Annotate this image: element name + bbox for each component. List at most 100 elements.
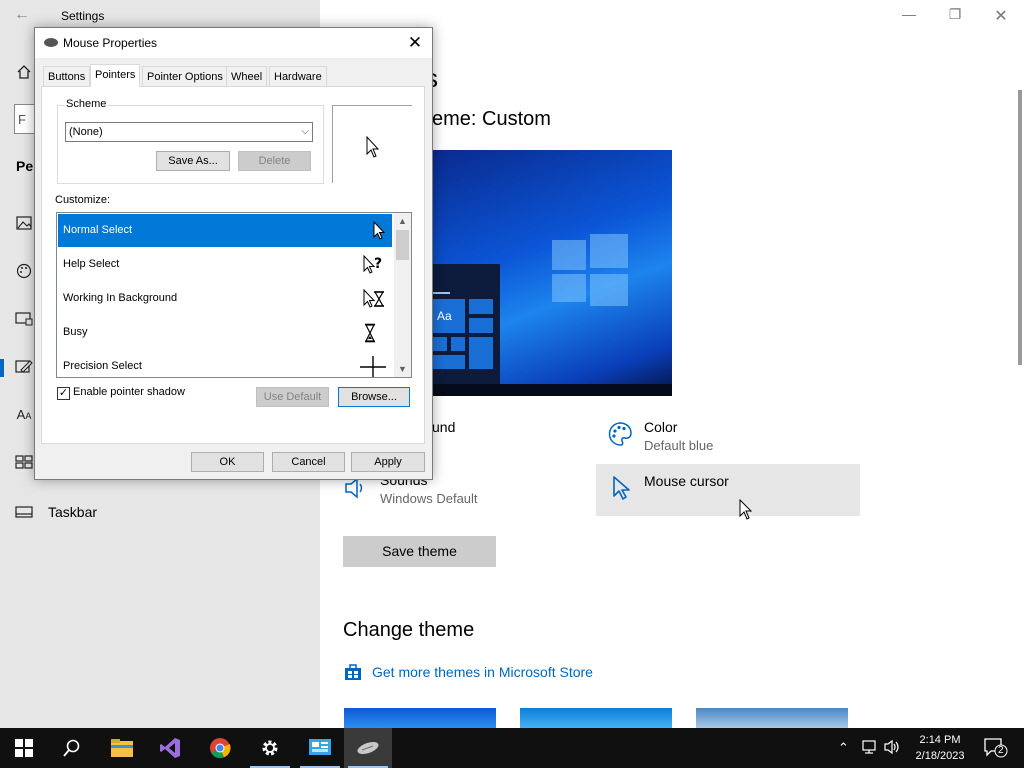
save-theme-button[interactable]: Save theme	[343, 536, 496, 567]
lock-screen-icon[interactable]	[14, 312, 34, 330]
notification-icon[interactable]: 2	[984, 738, 1008, 761]
svg-text:?: ?	[374, 256, 382, 272]
scroll-up-icon[interactable]: ▲	[394, 213, 411, 229]
working-cursor-icon	[360, 288, 386, 310]
tab-pointers[interactable]: Pointers	[90, 64, 141, 87]
chevron-up-icon[interactable]: ⌃	[838, 740, 849, 756]
store-icon	[343, 662, 363, 685]
visual-studio-icon[interactable]	[146, 728, 194, 768]
list-item[interactable]: Working In Background	[58, 282, 392, 315]
scroll-down-icon[interactable]: ▼	[394, 361, 411, 377]
help-cursor-icon: ?	[360, 254, 386, 276]
delete-button[interactable]: Delete	[238, 151, 311, 171]
list-item[interactable]: Help Select ?	[58, 248, 392, 281]
background-label-partial[interactable]: und	[432, 419, 455, 435]
cancel-button[interactable]: Cancel	[272, 452, 345, 472]
save-as-button[interactable]: Save As...	[156, 151, 230, 171]
preview-taskbar	[432, 384, 672, 396]
tab-hardware[interactable]: Hardware	[269, 66, 327, 86]
dialog-titlebar[interactable]: Mouse Properties ✕	[35, 28, 432, 58]
palette-icon[interactable]	[14, 263, 34, 281]
volume-icon[interactable]	[884, 739, 902, 758]
browse-button[interactable]: Browse...	[338, 387, 410, 407]
settings-title: Settings	[61, 9, 105, 23]
scroll-thumb[interactable]	[396, 230, 409, 260]
change-theme-heading: Change theme	[343, 619, 475, 641]
arrow-cursor-icon	[365, 135, 381, 163]
tab-pointer-options[interactable]: Pointer Options	[142, 66, 228, 86]
themes-icon[interactable]	[14, 359, 34, 377]
tab-buttons[interactable]: Buttons	[43, 66, 91, 86]
theme-thumbnail[interactable]	[520, 708, 672, 728]
chrome-icon[interactable]	[196, 728, 244, 768]
close-icon[interactable]: ✕	[404, 32, 426, 54]
palette-icon	[607, 421, 633, 450]
ok-button[interactable]: OK	[191, 452, 264, 472]
settings-scrollbar[interactable]	[1018, 90, 1022, 365]
windows-start-icon[interactable]	[0, 728, 48, 768]
scheme-group: Scheme	[57, 98, 324, 184]
chevron-down-icon: ⌵	[301, 126, 309, 137]
start-icon[interactable]	[14, 455, 34, 473]
close-icon[interactable]: ✕	[986, 6, 1016, 26]
search-input[interactable]: F	[14, 104, 36, 134]
settings-gear-icon[interactable]	[246, 728, 294, 768]
taskbar-icon[interactable]	[14, 505, 34, 523]
tab-wheel[interactable]: Wheel	[226, 66, 268, 86]
notification-count: 2	[998, 745, 1004, 756]
mouse-cursor-label: Mouse cursor	[644, 473, 729, 489]
pointer-preview	[332, 105, 412, 183]
theme-preview: Aa	[432, 150, 672, 396]
clock-time: 2:14 PM	[919, 734, 961, 746]
nav-item-taskbar[interactable]: Taskbar	[48, 504, 97, 520]
theme-thumbnail[interactable]	[344, 708, 496, 728]
file-explorer-icon[interactable]	[98, 728, 146, 768]
restore-icon[interactable]: ❐	[940, 6, 970, 26]
minimize-icon[interactable]: —	[894, 6, 924, 26]
store-link[interactable]: Get more themes in Microsoft Store	[372, 664, 593, 680]
enable-shadow-label[interactable]: Enable pointer shadow	[73, 386, 185, 398]
windows-logo-icon	[552, 234, 628, 306]
pointers-tab-panel: Scheme (None) ⌵ Save As... Delete Custom…	[41, 86, 425, 444]
preview-window: Aa	[432, 264, 500, 396]
clock[interactable]: 2:14 PM 2/18/2023	[906, 732, 974, 764]
sounds-value: Windows Default	[380, 491, 478, 506]
font-icon[interactable]: AA	[14, 407, 34, 425]
list-item[interactable]: Normal Select	[58, 214, 392, 247]
color-value: Default blue	[644, 438, 714, 453]
mouse-icon	[44, 38, 58, 47]
control-panel-icon[interactable]	[296, 728, 344, 768]
nav-active-indicator	[0, 359, 4, 377]
apply-button[interactable]: Apply	[351, 452, 425, 472]
search-icon[interactable]	[48, 728, 96, 768]
list-item[interactable]: Precision Select	[58, 350, 392, 377]
back-arrow-icon[interactable]: ←	[14, 6, 30, 24]
scheme-label: Scheme	[64, 98, 109, 110]
mouse-pointer-icon	[738, 498, 754, 524]
enable-shadow-checkbox[interactable]: ✓	[57, 387, 70, 400]
mouse-cursor-option[interactable]: Mouse cursor	[596, 464, 860, 516]
customize-label: Customize:	[55, 194, 111, 206]
clock-date: 2/18/2023	[915, 750, 965, 762]
list-item[interactable]: Busy	[58, 316, 392, 349]
arrow-cursor-icon	[360, 220, 386, 242]
scheme-dropdown[interactable]: (None) ⌵	[65, 122, 313, 142]
dialog-title: Mouse Properties	[63, 36, 158, 50]
use-default-button[interactable]: Use Default	[256, 387, 329, 407]
cursor-icon	[611, 475, 631, 504]
mouse-properties-dialog: Mouse Properties ✕ Buttons Pointers Poin…	[34, 27, 433, 480]
pointer-list-scrollbar[interactable]: ▲ ▼	[394, 213, 411, 377]
color-label[interactable]: Color	[644, 419, 677, 435]
theme-thumbnail[interactable]	[696, 708, 848, 728]
network-icon[interactable]	[862, 739, 880, 758]
home-icon[interactable]	[14, 64, 34, 82]
speaker-icon	[343, 476, 369, 503]
hourglass-icon	[360, 322, 386, 344]
pointer-list[interactable]: Normal Select Help Select ? Working In B…	[56, 212, 412, 378]
mouse-icon[interactable]	[344, 728, 392, 768]
crosshair-icon	[360, 356, 386, 377]
picture-icon[interactable]	[14, 216, 34, 234]
current-theme-heading: eme: Custom	[432, 108, 551, 130]
preview-tile: Aa	[432, 298, 466, 334]
scheme-value: (None)	[69, 126, 103, 138]
